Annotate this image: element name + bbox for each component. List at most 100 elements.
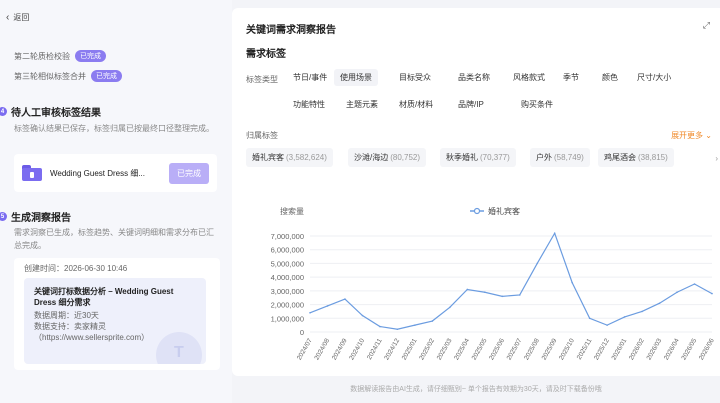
x-tick-label: 2025/11 [576,337,594,361]
y-tick-label: 6,000,000 [271,246,304,255]
data-point [571,281,573,284]
round-2-label: 第二轮质检校验 [14,51,70,61]
x-tick-label: 2025/04 [453,337,471,361]
back-label: 返回 [13,13,30,22]
step-4-desc: 标签确认结果已保存，标签归属已按最终口径整理完成。 [14,124,214,133]
x-tick-label: 2026/03 [645,337,663,361]
chip-name: 秋季婚礼 [446,153,478,162]
x-tick-label: 2025/02 [418,337,436,361]
tag-tags_row1-4[interactable]: 风格款式 [507,69,551,86]
step-4-title: 4 待人工审核标签结果 [0,104,101,119]
x-tick-label: 2026/04 [663,337,681,361]
report-support: 数据支持：卖家精灵 [34,322,106,331]
data-point [501,295,504,298]
data-point [693,283,696,285]
expand-icon[interactable]: ⤢ [703,20,710,31]
tag-tags_row1-5[interactable]: 季节 [557,69,585,86]
footer-note: 数据解读报告由AI生成，请仔细甄别~ 单个报告有效期为30天，请及时下载备份哦 [350,386,602,393]
data-point [379,325,381,328]
y-tick-label: 2,000,000 [271,301,304,310]
tag-tags_row2-2[interactable]: 材质/材料 [393,96,439,113]
report-logo-icon: T [174,344,184,361]
tag-tags_row2-4[interactable]: 购买条件 [515,96,559,113]
y-tick-label: 3,000,000 [271,287,304,296]
chip-count: (58,749) [554,153,584,162]
data-point [623,316,626,318]
file-name: Wedding Guest Dress 细... [50,168,145,178]
round-3-row: 第三轮相似标签合并 已完成 [14,70,122,82]
category-chip[interactable]: 秋季婚礼 (70,377) [440,148,516,167]
report-panel: 关键词需求洞察报告 ⤢ 需求标签 标签类型 节日/事件 使用场景 目标受众 品类名称风… [232,8,720,376]
y-tick-label: 0 [300,328,304,337]
category-chip[interactable]: 户外 (58,749) [530,148,590,167]
data-point [518,294,521,296]
chip-count: (3,582,624) [286,153,327,162]
category-label: 归属标签 [246,131,278,140]
x-tick-label: 2024/07 [296,337,314,361]
x-tick-label: 2024/08 [313,337,331,361]
data-point [309,312,311,314]
tag-tags_row1-1[interactable]: 使用场景 [334,69,378,86]
data-point [711,292,713,295]
scroll-right-icon[interactable]: › [715,154,718,163]
tag-tags_row1-0[interactable]: 节日/事件 [287,69,333,86]
report-preview[interactable]: 关键词打标数据分析 – Wedding Guest Dress 细分需求 数据周… [24,278,206,364]
chip-name: 鸡尾酒会 [604,153,636,162]
label-type-label: 标签类型 [246,75,278,84]
legend-label: 婚礼宾客 [488,206,520,216]
y-axis-label: 搜索量 [280,206,304,216]
data-point [414,324,416,326]
tag-tags_row1-3[interactable]: 品类名称 [452,69,496,86]
step-4-label: 待人工审核标签结果 [11,108,101,119]
data-point [483,291,486,294]
file-card[interactable]: Wedding Guest Dress 细... 已完成 [14,154,217,192]
status-badge: 已完成 [91,70,122,82]
back-button[interactable]: ‹ 返回 [6,12,29,23]
legend-marker [473,207,481,215]
x-tick-label: 2024/10 [348,337,366,361]
data-point [536,262,539,265]
data-point [466,288,469,291]
data-point [553,232,556,235]
step-5-title: 5 生成洞察报告 [0,209,71,224]
tag-tags_row2-1[interactable]: 主题元素 [340,96,384,113]
step-5-label: 生成洞察报告 [11,213,71,224]
x-tick-label: 2026/02 [628,337,646,361]
chevron-left-icon: ‹ [6,11,10,23]
chip-name: 户外 [536,153,552,162]
chip-count: (38,815) [638,153,668,162]
x-tick-label: 2026/06 [698,337,716,361]
y-tick-label: 4,000,000 [271,273,304,282]
data-point [658,302,661,304]
tag-tags_row1-2[interactable]: 目标受众 [393,69,437,86]
round-3-label: 第三轮相似标签合并 [14,71,86,81]
x-tick-label: 2026/05 [680,337,698,361]
category-chip[interactable]: 鸡尾酒会 (38,815) [598,148,674,167]
chip-count: (70,377) [480,153,510,162]
chip-name: 婚礼宾客 [252,153,284,162]
category-chip[interactable]: 婚礼宾客 (3,582,624) [246,148,333,167]
data-point [449,306,451,309]
chart-svg: 搜索量 婚礼宾客 7,000,000 6,000,000 5,000,000 4,000,… [271,206,716,361]
x-tick-label: 2025/10 [558,337,576,361]
tag-tags_row2-0[interactable]: 功能特性 [287,96,331,113]
x-tick-label: 2025/09 [541,337,559,361]
x-tick-label: 2024/11 [366,337,384,361]
report-card[interactable]: 创建时间：2026-06-30 10:46 关键词打标数据分析 – Weddin… [14,258,220,370]
x-tick-label: 2025/08 [523,337,541,361]
expand-more-link[interactable]: 展开更多 ⌄ [671,130,712,141]
completed-button[interactable]: 已完成 [169,162,209,184]
tag-tags_row2-3[interactable]: 品牌/IP [452,96,490,113]
x-tick-label: 2025/01 [401,337,419,361]
tag-tags_row1-7[interactable]: 尺寸/大小 [631,69,677,86]
data-point [344,298,346,300]
section-title: 需求标签 [246,49,286,60]
tag-tags_row1-6[interactable]: 颜色 [596,69,624,86]
y-tick-label: 7,000,000 [271,232,304,241]
category-chip[interactable]: 沙滩/海边 (80,752) [348,148,427,167]
x-tick-label: 2024/12 [383,337,401,361]
report-title: 关键词打标数据分析 – Wedding Guest Dress 细分需求 [34,287,174,307]
y-tick-label: 5,000,000 [271,259,304,268]
chip-count: (80,752) [390,153,421,162]
report-period: 数据周期：近30天 [34,311,99,320]
